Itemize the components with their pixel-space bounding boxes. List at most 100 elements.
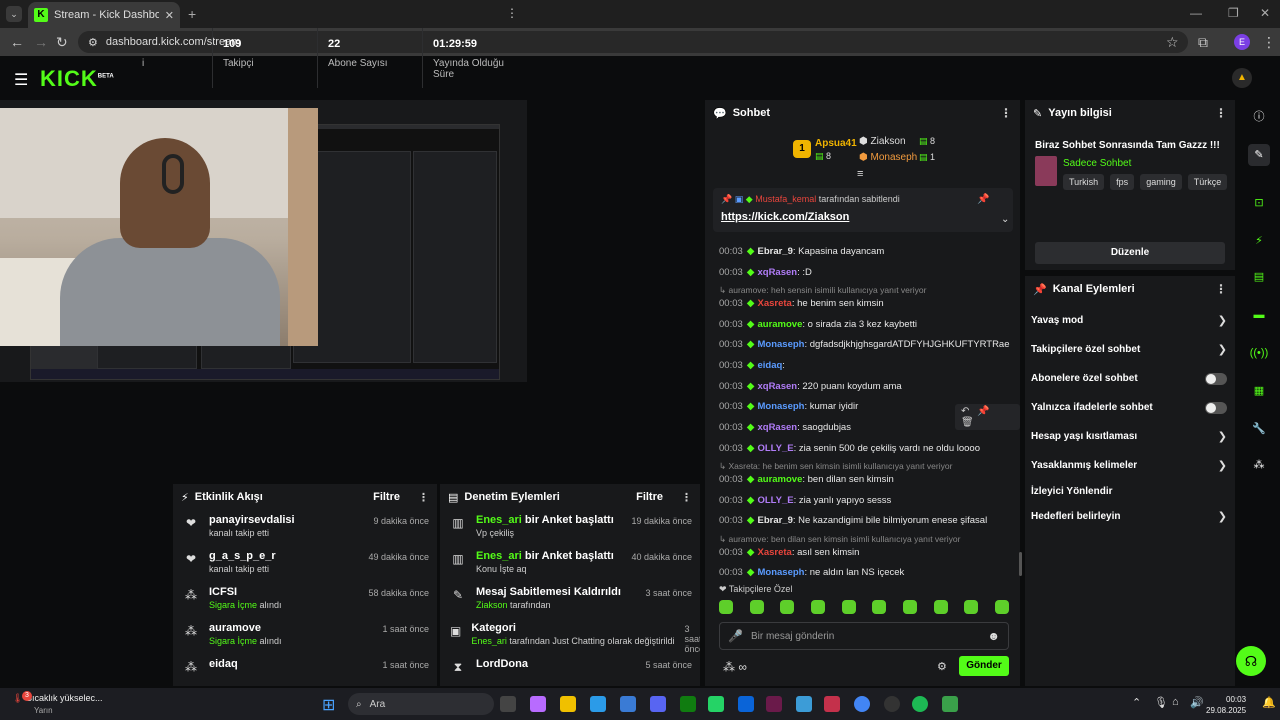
app-icon[interactable]: [942, 696, 958, 712]
chat-message[interactable]: 00:03 ◆ Ebrar_9: Ne kazandigimi bile bilmi…: [719, 515, 987, 526]
chat-more-icon[interactable]: ⋮: [1000, 106, 1012, 120]
extensions-icon[interactable]: ⧉: [1198, 34, 1208, 51]
action-account-age[interactable]: Hesap yaşı kısıtlaması ❯: [1025, 422, 1235, 451]
app-icon[interactable]: [766, 696, 782, 712]
leader-name[interactable]: ⬢ Monaseph: [859, 152, 917, 163]
microphone-icon[interactable]: 🎙: [1154, 696, 1168, 709]
pinned-link[interactable]: https://kick.com/Ziakson: [721, 211, 1005, 223]
unpin-icon[interactable]: 📌: [977, 194, 989, 205]
chat-message[interactable]: 00:03 ◆ OLLY_E: zia yanlı yapıyo sesss: [719, 495, 891, 506]
leader-name[interactable]: ⬢ Ziakson: [859, 136, 906, 147]
close-tab-icon[interactable]: ✕: [165, 9, 174, 22]
store-icon[interactable]: [620, 696, 636, 712]
action-emote-only[interactable]: Yalnızca ifadelerle sohbet: [1025, 393, 1235, 422]
emote[interactable]: [749, 600, 764, 614]
stream-panel-more-icon[interactable]: ⋮: [506, 6, 518, 20]
microphone-icon[interactable]: 🎤: [728, 629, 743, 643]
chat-message[interactable]: 00:03 ◆ Xasreta: he benim sen kimsin: [719, 298, 884, 309]
send-button[interactable]: Gönder: [959, 656, 1009, 676]
chat-message[interactable]: 00:03 ◆ Xasreta: asıl sen kimsin: [719, 547, 859, 558]
discord-icon[interactable]: [650, 696, 666, 712]
chat-message[interactable]: 00:03 ◆ Monaseph: dgfadsdjkhjghsgardATDFYH…: [719, 339, 1010, 350]
new-tab-icon[interactable]: +: [188, 6, 196, 22]
wrench-icon[interactable]: 🔧: [1248, 418, 1270, 440]
activity-more-icon[interactable]: ⋮: [418, 491, 429, 504]
layout-icon[interactable]: ▦: [1248, 380, 1270, 402]
activity-filter-button[interactable]: Filtre: [373, 491, 400, 503]
chat-message[interactable]: 00:03 ◆ eidaq:: [719, 360, 785, 371]
user-avatar[interactable]: ▲: [1232, 68, 1252, 88]
moderation-more-icon[interactable]: ⋮: [681, 491, 692, 504]
emote[interactable]: [780, 600, 795, 614]
chat-message[interactable]: 00:03 ◆ xqRasen: 220 puanı koydum ama: [719, 381, 902, 392]
chat-message[interactable]: 00:03 ◆ auramove: ben dilan sen kimsin: [719, 474, 894, 485]
moderation-filter-button[interactable]: Filtre: [636, 491, 663, 503]
settings-icon[interactable]: [796, 696, 812, 712]
message-actions[interactable]: ↶📌🗑: [955, 404, 1020, 430]
points-icon[interactable]: ⁂ ∞: [723, 660, 747, 674]
spotify-icon[interactable]: [912, 696, 928, 712]
pencil-icon[interactable]: ✎: [1248, 144, 1270, 166]
bookmark-star-icon[interactable]: ☆: [1166, 34, 1179, 51]
category-name[interactable]: Sadece Sohbet: [1063, 158, 1131, 169]
maximize-icon[interactable]: ❐: [1228, 6, 1239, 20]
chrome-icon[interactable]: [854, 696, 870, 712]
taskbar-search[interactable]: ⌕ Ara: [348, 693, 494, 715]
chat-message[interactable]: 00:03 ◆ OLLY_E: zia senin 500 de çekiliş v…: [719, 443, 980, 454]
collapse-icon[interactable]: ≡: [857, 168, 863, 180]
chat-message[interactable]: 00:03 ◆ xqRasen: :D: [719, 267, 812, 278]
minimize-icon[interactable]: —: [1190, 6, 1202, 20]
emote[interactable]: [872, 600, 887, 614]
tab-search-icon[interactable]: ⌄: [6, 6, 22, 22]
task-view-icon[interactable]: [500, 696, 516, 712]
chat-message[interactable]: 00:03 ◆ xqRasen: saogdubjas: [719, 422, 851, 433]
emote-only-toggle[interactable]: [1205, 401, 1227, 414]
copilot-icon[interactable]: [530, 696, 546, 712]
chat-message[interactable]: 00:03 ◆ auramove: o sirada zia 3 kez kaybe…: [719, 319, 917, 330]
channel-actions-more-icon[interactable]: ⋮: [1215, 282, 1227, 296]
chat-message[interactable]: 00:03 ◆ Monaseph: ne aldın lan NS içecek: [719, 567, 904, 578]
emoji-icon[interactable]: ☻: [987, 629, 1000, 643]
network-icon[interactable]: ⌂: [1172, 696, 1179, 708]
chat-input[interactable]: 🎤 Bir mesaj gönderin ☻: [719, 622, 1009, 650]
action-set-goals[interactable]: Hedefleri belirleyin ❯: [1025, 502, 1235, 531]
action-followers-only[interactable]: Takipçilere özel sohbet ❯: [1025, 335, 1235, 364]
chat-bubble-icon[interactable]: ▬: [1248, 304, 1270, 326]
broadcast-icon[interactable]: ((•)): [1248, 342, 1270, 364]
subscribers-only-toggle[interactable]: [1205, 372, 1227, 385]
obs-icon[interactable]: [884, 696, 900, 712]
emote[interactable]: [841, 600, 856, 614]
pinned-by-user[interactable]: Mustafa_kemal: [755, 194, 816, 204]
chat-message[interactable]: 00:03 ◆ Monaseph: kumar iyidir: [719, 401, 858, 412]
file-explorer-icon[interactable]: [560, 696, 576, 712]
action-slow-mode[interactable]: Yavaş mod ❯: [1025, 306, 1235, 335]
browser-tab[interactable]: K Stream - Kick Dashboard ✕: [28, 2, 180, 28]
outlook-icon[interactable]: [738, 696, 754, 712]
dots-icon[interactable]: ⁂: [1248, 454, 1270, 476]
close-window-icon[interactable]: ✕: [1260, 6, 1270, 20]
focus-icon[interactable]: ⊡: [1248, 192, 1270, 214]
emote[interactable]: [933, 600, 948, 614]
app-icon[interactable]: [824, 696, 840, 712]
chat-scrollbar[interactable]: [1019, 552, 1022, 576]
settings-gear-icon[interactable]: ⚙: [937, 660, 947, 673]
chevron-up-icon[interactable]: ⌃: [1132, 696, 1141, 709]
whatsapp-icon[interactable]: [708, 696, 724, 712]
help-button[interactable]: ☊: [1236, 646, 1266, 676]
action-host[interactable]: İzleyici Yönlendir: [1025, 480, 1235, 502]
emote[interactable]: [810, 600, 825, 614]
browser-menu-icon[interactable]: ⋮: [1262, 34, 1276, 51]
bolt-icon[interactable]: ⚡: [1248, 230, 1270, 252]
chevron-down-icon[interactable]: ⌄: [1001, 214, 1009, 225]
edit-button[interactable]: Düzenle: [1035, 242, 1225, 264]
action-banned-words[interactable]: Yasaklanmış kelimeler ❯: [1025, 451, 1235, 480]
emote[interactable]: [964, 600, 979, 614]
leader-name[interactable]: Apsua41: [815, 138, 857, 149]
document-icon[interactable]: ▤: [1248, 266, 1270, 288]
info-icon[interactable]: ⓘ: [1248, 106, 1270, 128]
windows-start-icon[interactable]: ⊞: [322, 695, 335, 715]
emote[interactable]: [719, 600, 733, 614]
stream-info-more-icon[interactable]: ⋮: [1215, 106, 1227, 120]
profile-avatar[interactable]: E: [1234, 34, 1250, 50]
taskbar-clock[interactable]: 00:03 29.08.2025: [1206, 694, 1246, 716]
